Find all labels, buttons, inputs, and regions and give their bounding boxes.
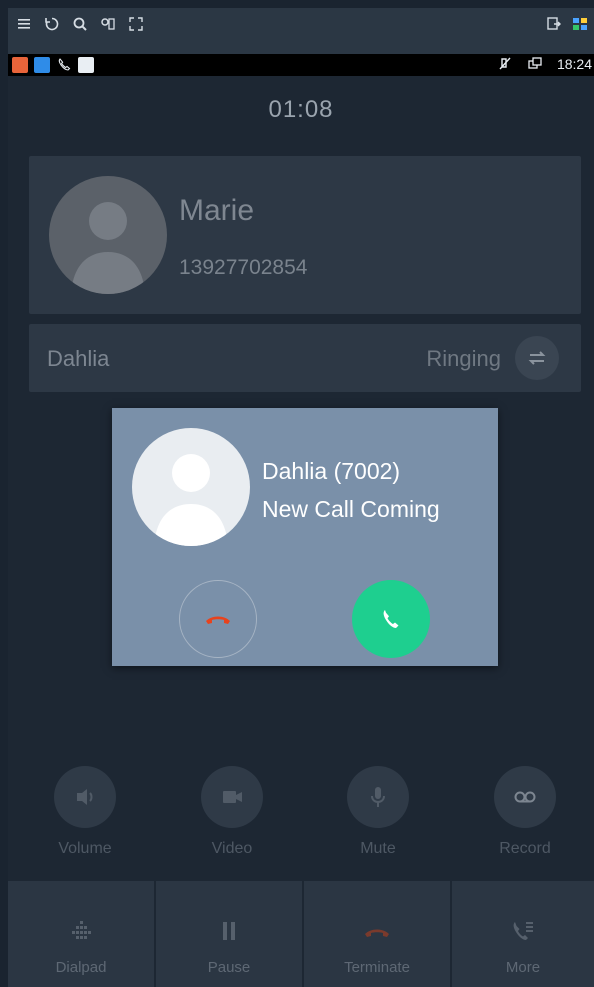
more-tab[interactable]: More bbox=[452, 881, 594, 987]
more-label: More bbox=[505, 959, 541, 976]
expand-icon[interactable] bbox=[128, 16, 144, 32]
more-icon bbox=[513, 922, 533, 940]
dialpad-tab[interactable]: Dialpad bbox=[8, 881, 154, 987]
incoming-call-dialog: Dahlia (7002) New Call Coming bbox=[112, 408, 498, 666]
second-line-card[interactable]: Dahlia Ringing bbox=[29, 324, 581, 392]
call-icon bbox=[34, 57, 50, 73]
incoming-message: New Call Coming bbox=[262, 496, 440, 522]
video-label: Video bbox=[211, 840, 253, 857]
record-icon bbox=[514, 791, 536, 803]
call-screen: 01:08 Marie 13927702854 Dahlia Ringing D… bbox=[8, 76, 594, 987]
dialpad-label: Dialpad bbox=[55, 959, 107, 976]
screen-mirror-icon bbox=[527, 56, 543, 72]
apps-icon[interactable] bbox=[572, 16, 588, 32]
active-caller-card[interactable]: Marie 13927702854 bbox=[29, 156, 581, 314]
caller-number: 13927702854 bbox=[179, 256, 308, 279]
call-actions: Volume Video Mute Record bbox=[8, 766, 594, 866]
phone-icon bbox=[56, 57, 72, 73]
volume-icon bbox=[77, 789, 93, 805]
refresh-icon[interactable] bbox=[44, 16, 60, 32]
hangup-icon bbox=[365, 929, 389, 937]
menu-icon[interactable] bbox=[16, 16, 32, 32]
mute-status-icon bbox=[497, 56, 513, 72]
caller-name: Marie bbox=[179, 194, 255, 227]
pause-tab[interactable]: Pause bbox=[156, 881, 302, 987]
settings-icon[interactable] bbox=[100, 16, 116, 32]
dialpad-icon bbox=[72, 921, 91, 939]
mute-button[interactable]: Mute bbox=[328, 766, 428, 858]
swap-call-button[interactable] bbox=[515, 336, 559, 380]
pause-label: Pause bbox=[207, 959, 251, 976]
swap-icon bbox=[528, 351, 546, 365]
terminate-label: Terminate bbox=[344, 959, 410, 976]
phone-icon bbox=[383, 610, 399, 628]
status-time: 18:24 bbox=[556, 56, 592, 72]
missed-call-icon bbox=[12, 57, 28, 73]
record-label: Record bbox=[499, 840, 551, 857]
video-icon bbox=[223, 791, 242, 803]
mic-icon bbox=[371, 787, 385, 807]
hangup-icon bbox=[206, 616, 230, 624]
terminate-tab[interactable]: Terminate bbox=[304, 881, 450, 987]
pause-icon bbox=[223, 922, 235, 940]
incoming-avatar bbox=[132, 428, 250, 546]
status-bar: 18:24 bbox=[8, 54, 594, 76]
call-timer: 01:08 bbox=[268, 96, 334, 123]
sim-icon bbox=[78, 57, 94, 73]
volume-label: Volume bbox=[58, 840, 112, 857]
volume-button[interactable]: Volume bbox=[35, 766, 135, 858]
video-button[interactable]: Video bbox=[182, 766, 282, 858]
search-icon[interactable] bbox=[72, 16, 88, 32]
accept-call-button[interactable] bbox=[352, 580, 430, 658]
reject-call-button[interactable] bbox=[179, 580, 257, 658]
system-top-bar bbox=[8, 8, 594, 54]
mute-label: Mute bbox=[360, 840, 396, 857]
line-name: Dahlia bbox=[47, 346, 110, 371]
bottom-toolbar: Dialpad Pause Terminate More bbox=[8, 881, 594, 987]
record-button[interactable]: Record bbox=[475, 766, 575, 858]
screen-icon[interactable] bbox=[546, 16, 562, 32]
incoming-caller-name: Dahlia (7002) bbox=[262, 458, 401, 484]
caller-avatar bbox=[49, 176, 167, 294]
line-status: Ringing bbox=[426, 346, 501, 371]
